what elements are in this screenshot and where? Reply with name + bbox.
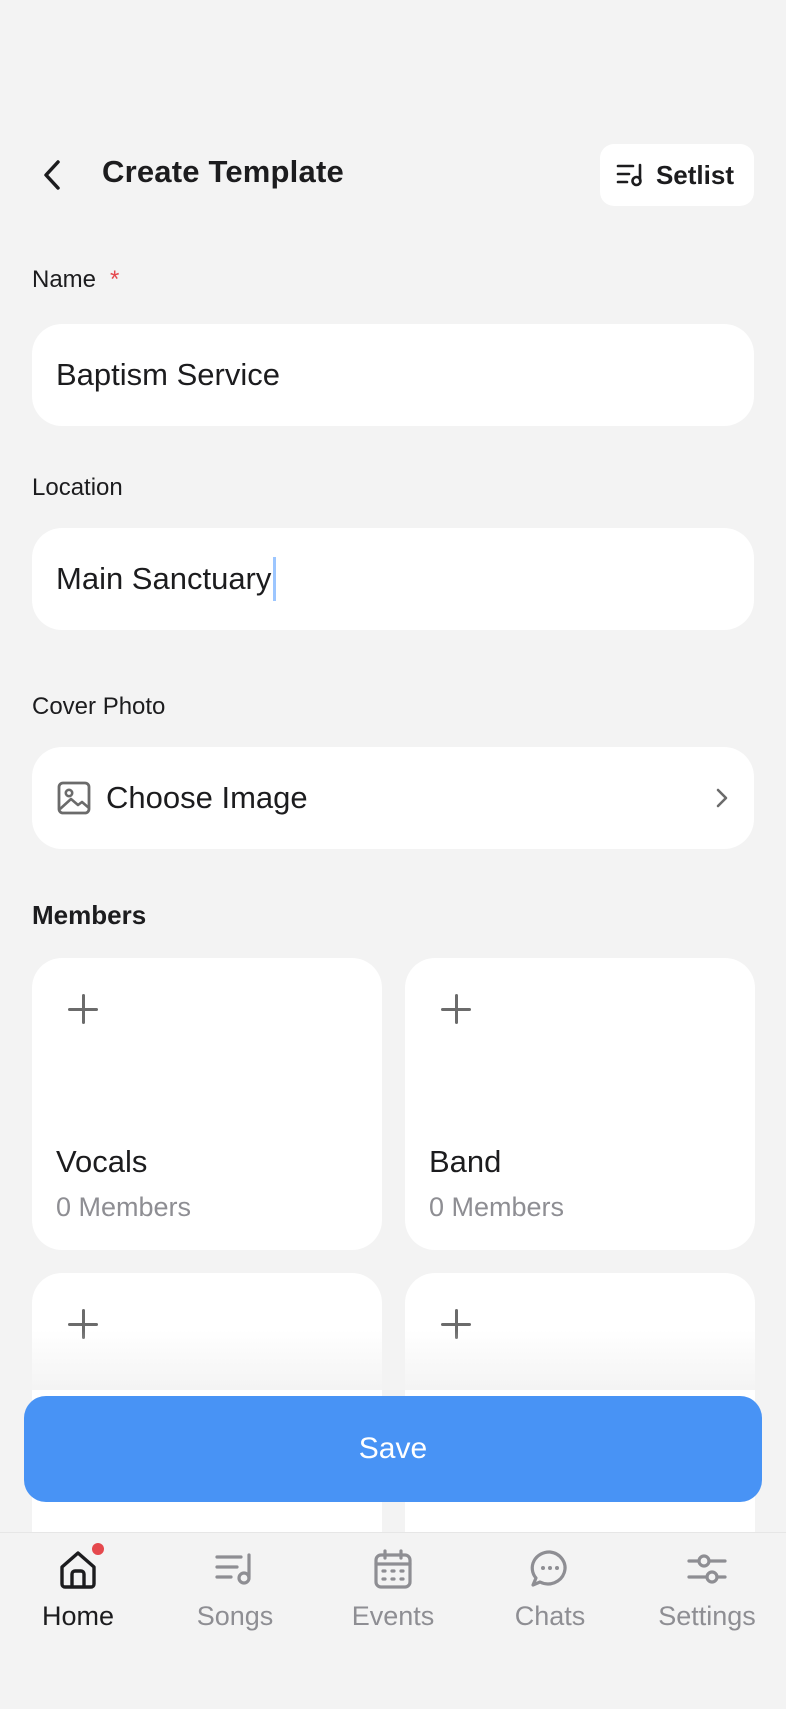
group-name: Vocals [56, 1144, 148, 1179]
header: Create Template Setlist [0, 140, 786, 210]
nav-item-home[interactable]: Home [8, 1543, 148, 1632]
member-group-card[interactable]: Vocals 0 Members [32, 958, 382, 1250]
create-template-screen: Create Template Setlist Name * Baptism Se… [0, 0, 786, 1709]
nav-label-home: Home [41, 1601, 115, 1631]
chevron-left-icon [44, 160, 60, 190]
location-label: Location [32, 474, 123, 501]
nav-item-events[interactable]: Events [323, 1547, 463, 1632]
setlist-button[interactable]: Setlist [599, 144, 754, 206]
image-icon [57, 781, 91, 815]
nav-label-songs: Songs [196, 1601, 274, 1631]
name-label-row: Name * [32, 266, 119, 294]
back-button[interactable] [32, 152, 72, 198]
home-icon [56, 1543, 104, 1591]
group-member-count: 0 Members [56, 1192, 192, 1222]
bottom-nav: Home Songs Events Chats Settings [0, 1532, 786, 1709]
nav-item-songs[interactable]: Songs [165, 1547, 305, 1632]
required-mark: * [110, 266, 120, 293]
chevron-right-icon [716, 788, 728, 808]
name-label: Name [32, 266, 97, 293]
location-value: Main Sanctuary [56, 561, 272, 596]
setlist-icon [616, 163, 642, 187]
text-cursor [273, 557, 277, 601]
choose-image-label: Choose Image [106, 780, 308, 815]
cover-photo-label: Cover Photo [32, 693, 166, 720]
plus-icon[interactable] [441, 994, 473, 1026]
members-title: Members [32, 900, 147, 930]
nav-label-chats: Chats [514, 1601, 586, 1631]
page-title: Create Template [102, 154, 344, 189]
chat-icon [528, 1547, 572, 1591]
name-field[interactable]: Baptism Service [32, 324, 754, 426]
scroll-fade [0, 1330, 786, 1390]
nav-item-settings[interactable]: Settings [637, 1547, 777, 1632]
save-button[interactable]: Save [24, 1396, 762, 1502]
nav-label-events: Events [351, 1601, 435, 1631]
sliders-icon [685, 1547, 729, 1591]
notification-dot [92, 1543, 104, 1555]
plus-icon[interactable] [68, 994, 100, 1026]
choose-image-row[interactable]: Choose Image [32, 747, 754, 849]
songs-icon [213, 1547, 257, 1591]
member-group-card[interactable]: Band 0 Members [405, 958, 755, 1250]
setlist-label: Setlist [655, 159, 734, 190]
nav-item-chats[interactable]: Chats [480, 1547, 620, 1632]
calendar-icon [371, 1547, 415, 1591]
name-value: Baptism Service [56, 357, 280, 392]
location-field[interactable]: Main Sanctuary [32, 528, 754, 630]
group-name: Band [429, 1144, 502, 1179]
nav-label-settings: Settings [658, 1601, 756, 1631]
group-member-count: 0 Members [429, 1192, 565, 1222]
